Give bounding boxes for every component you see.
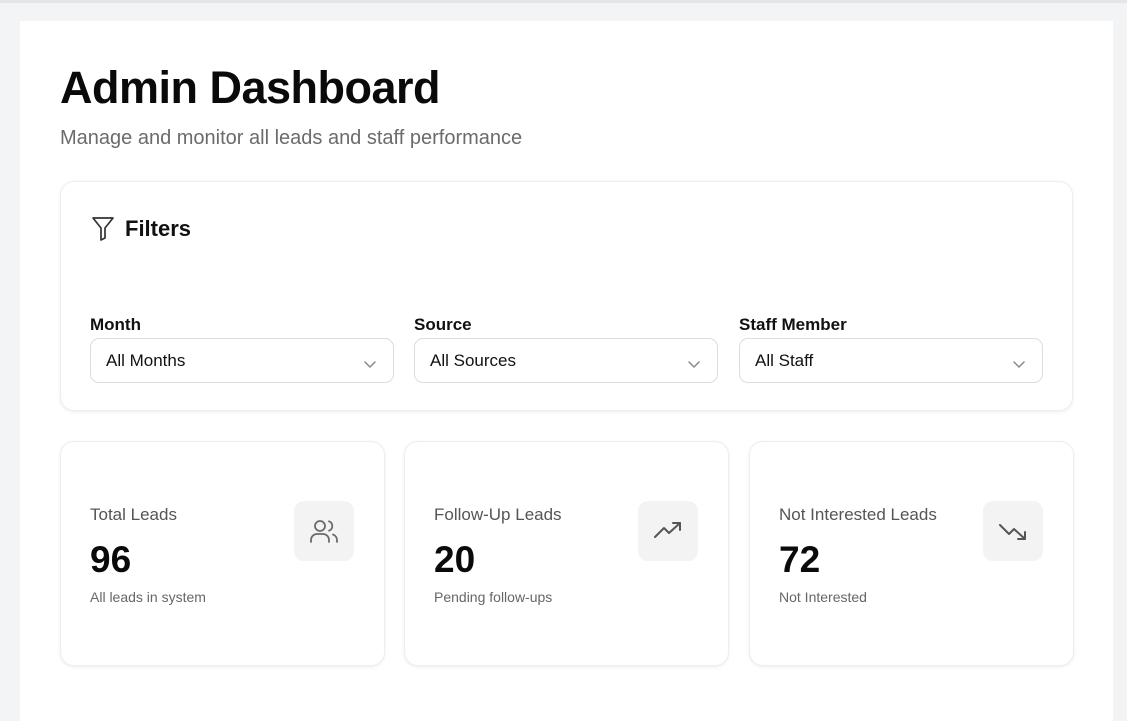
month-filter-label: Month	[90, 315, 141, 334]
stat-value: 72	[779, 539, 821, 580]
month-filter: Month All Months	[90, 314, 394, 383]
filters-card: Filters Month All Months Source All Sour…	[60, 181, 1073, 411]
follow-up-leads-card: Follow-Up Leads 20 Pending follow-ups	[404, 441, 729, 666]
top-border	[0, 0, 1127, 3]
month-select-value: All Months	[106, 350, 186, 370]
staff-filter-label: Staff Member	[739, 315, 847, 334]
page-subtitle: Manage and monitor all leads and staff p…	[60, 127, 523, 149]
stat-description: All leads in system	[90, 589, 206, 605]
not-interested-leads-card: Not Interested Leads 72 Not Interested	[749, 441, 1074, 666]
month-select[interactable]: All Months	[90, 338, 394, 383]
source-filter: Source All Sources	[414, 314, 718, 383]
filter-icon	[91, 216, 115, 242]
stat-description: Pending follow-ups	[434, 589, 553, 605]
source-filter-label: Source	[414, 315, 472, 334]
staff-select[interactable]: All Staff	[739, 338, 1043, 383]
stat-value: 96	[90, 539, 132, 580]
total-leads-card: Total Leads 96 All leads in system	[60, 441, 385, 666]
users-icon	[294, 501, 354, 561]
chevron-down-icon	[687, 356, 701, 368]
dashboard-page: Admin Dashboard Manage and monitor all l…	[20, 21, 1113, 721]
source-select-value: All Sources	[430, 350, 516, 370]
stat-label: Not Interested Leads	[779, 505, 937, 524]
stat-description: Not Interested	[779, 589, 867, 605]
trending-down-icon	[983, 501, 1043, 561]
stat-label: Total Leads	[90, 505, 177, 524]
chevron-down-icon	[363, 356, 377, 368]
trending-up-icon	[638, 501, 698, 561]
staff-select-value: All Staff	[755, 350, 814, 370]
stat-value: 20	[434, 539, 476, 580]
stat-label: Follow-Up Leads	[434, 505, 562, 524]
filters-title: Filters	[125, 216, 192, 241]
filters-header: Filters	[91, 216, 191, 242]
source-select[interactable]: All Sources	[414, 338, 718, 383]
staff-filter: Staff Member All Staff	[739, 314, 1043, 383]
page-title: Admin Dashboard	[60, 62, 441, 113]
chevron-down-icon	[1012, 356, 1026, 368]
